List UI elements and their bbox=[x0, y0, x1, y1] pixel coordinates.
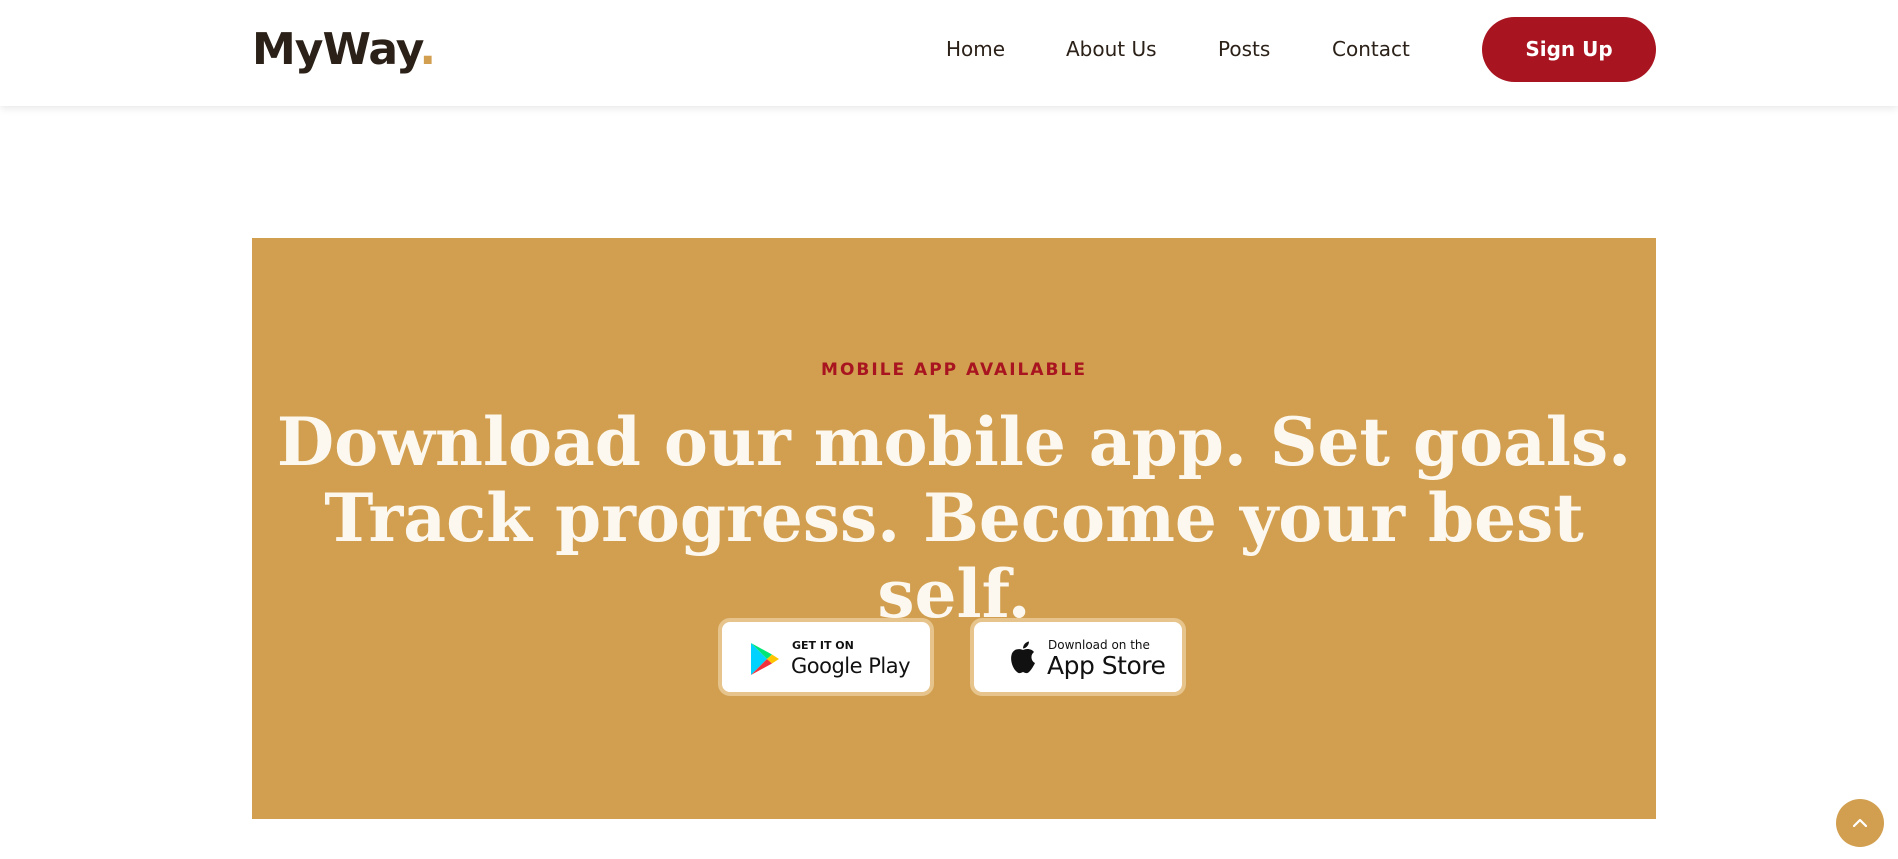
site-header: MyWay. Home About Us Posts Contact Sign … bbox=[0, 0, 1898, 106]
apple-icon bbox=[1011, 641, 1035, 674]
app-store-small-text: Download on the bbox=[1048, 638, 1150, 652]
banner-headline-line-1: Download our mobile app. Set goals. bbox=[276, 403, 1632, 481]
banner-eyebrow: MOBILE APP AVAILABLE bbox=[821, 360, 1087, 380]
nav-link-posts[interactable]: Posts bbox=[1218, 36, 1270, 62]
app-download-banner: MOBILE APP AVAILABLE Download our mobile… bbox=[252, 238, 1656, 819]
banner-headline-line-2: Track progress. Become your best self. bbox=[324, 479, 1584, 633]
google-play-icon bbox=[751, 643, 779, 675]
app-store-button[interactable]: Download on the App Store bbox=[970, 618, 1186, 696]
logo-dot: . bbox=[419, 24, 436, 75]
nav-link-contact[interactable]: Contact bbox=[1332, 36, 1410, 62]
scroll-to-top-button[interactable] bbox=[1836, 799, 1884, 847]
nav-link-home[interactable]: Home bbox=[946, 36, 1005, 62]
google-play-small-text: GET IT ON bbox=[792, 639, 854, 652]
chevron-up-icon bbox=[1852, 818, 1868, 828]
logo-text: MyWay bbox=[252, 24, 420, 75]
google-play-button[interactable]: GET IT ON Google Play bbox=[718, 618, 934, 696]
nav-link-about-us[interactable]: About Us bbox=[1066, 36, 1157, 62]
banner-headline: Download our mobile app. Set goals. Trac… bbox=[252, 404, 1656, 632]
site-logo[interactable]: MyWay. bbox=[252, 22, 436, 78]
sign-up-button[interactable]: Sign Up bbox=[1482, 17, 1656, 82]
google-play-big-text: Google Play bbox=[791, 654, 911, 678]
app-store-big-text: App Store bbox=[1047, 651, 1166, 680]
